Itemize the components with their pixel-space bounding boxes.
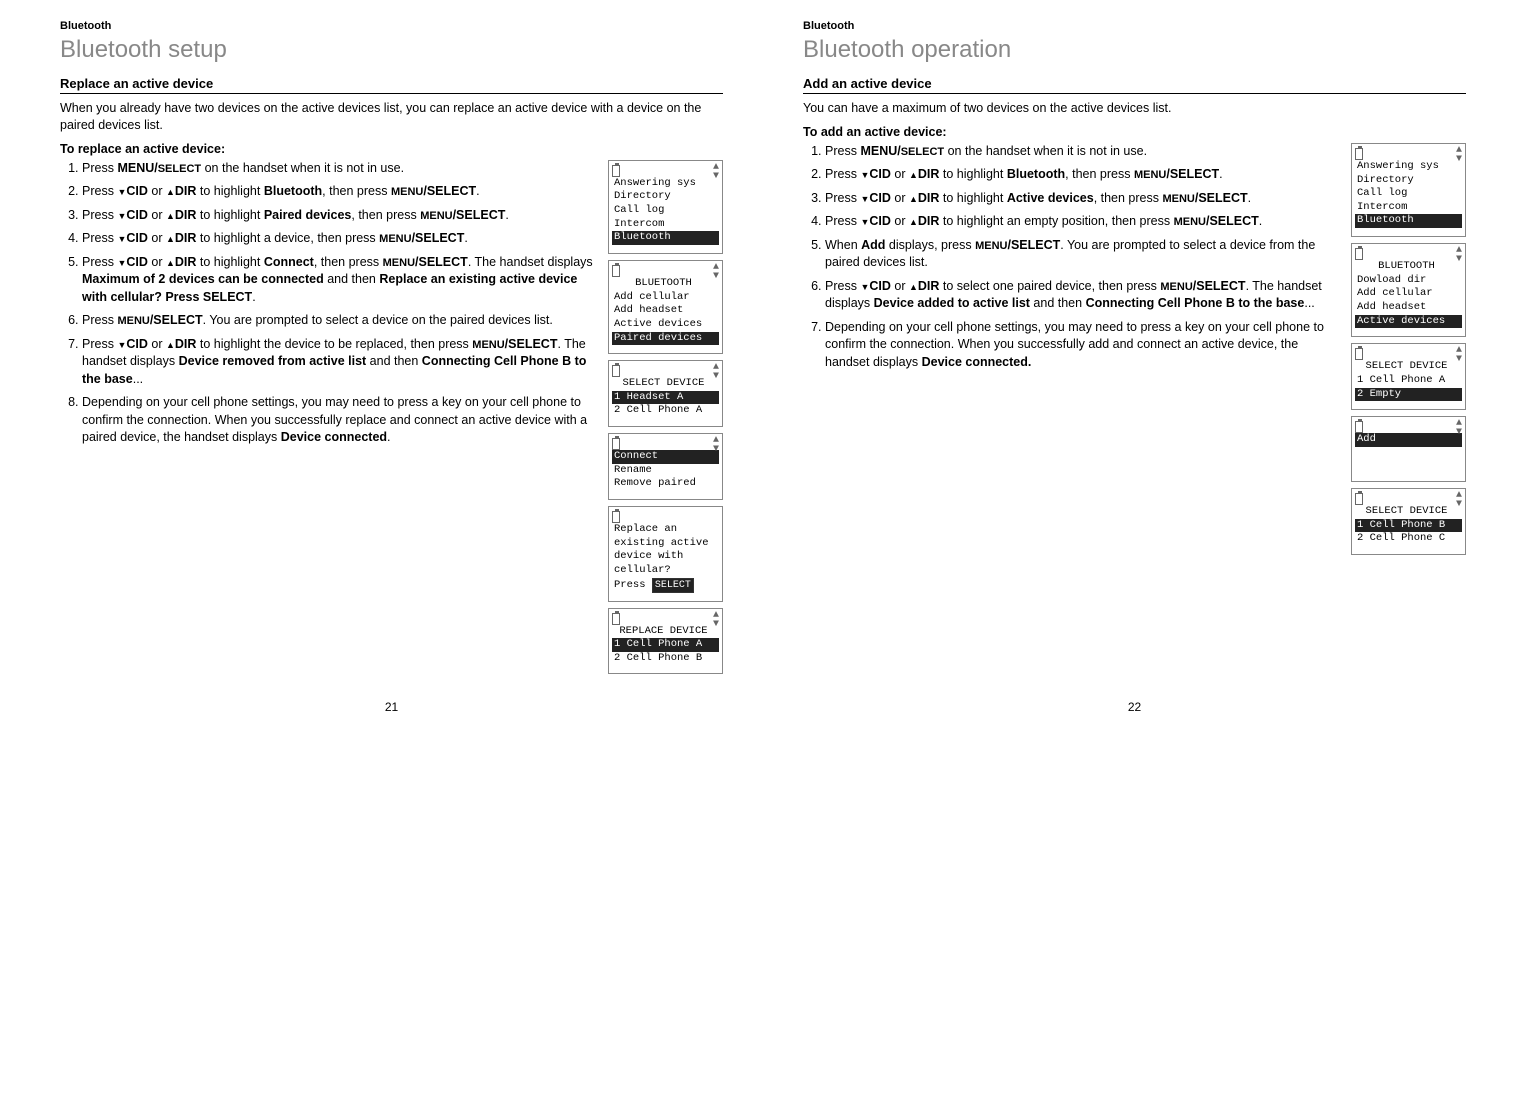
lcd-screen: ▲▼ BLUETOOTH Add cellular Add headset Ac… <box>608 260 723 354</box>
page-title: Bluetooth setup <box>60 36 723 64</box>
battery-icon <box>1355 248 1363 260</box>
page-number: 22 <box>1128 700 1141 714</box>
step-1: Press MENU/SELECT on the handset when it… <box>82 160 596 178</box>
lcd-screen: ▲▼ Add <box>1351 416 1466 482</box>
lcd-screen: ▲▼ Connect Rename Remove paired <box>608 433 723 500</box>
step-3: Press CID or DIR to highlight Paired dev… <box>82 207 596 225</box>
lcd-screen: ▲▼ Answering sys Directory Call log Inte… <box>1351 143 1466 237</box>
lcd-screen: ▲▼ SELECT DEVICE 1 Cell Phone B 2 Cell P… <box>1351 488 1466 555</box>
updown-icon: ▲▼ <box>713 611 719 629</box>
steps-list: Press MENU/SELECT on the handset when it… <box>803 143 1339 372</box>
step-7: Depending on your cell phone settings, y… <box>825 319 1339 372</box>
lcd-screen: ▲▼ REPLACE DEVICE 1 Cell Phone A 2 Cell … <box>608 608 723 675</box>
steps-list: Press MENU/SELECT on the handset when it… <box>60 160 596 447</box>
battery-icon <box>1355 348 1363 360</box>
right-page: Bluetooth Bluetooth operation Add an act… <box>803 20 1466 674</box>
lcd-screen: ▲▼ SELECT DEVICE 1 Headset A 2 Cell Phon… <box>608 360 723 427</box>
step-6: Press MENU/SELECT. You are prompted to s… <box>82 312 596 330</box>
lcd-screen: ▲▼ BLUETOOTH Dowload dir Add cellular Ad… <box>1351 243 1466 337</box>
lcd-screen: ▲▼ Answering sys Directory Call log Inte… <box>608 160 723 254</box>
step-2: Press CID or DIR to highlight Bluetooth,… <box>825 166 1339 184</box>
battery-icon <box>612 613 620 625</box>
step-7: Press CID or DIR to highlight the device… <box>82 336 596 389</box>
step-1: Press MENU/SELECT on the handset when it… <box>825 143 1339 161</box>
lcd-screen: ▲▼ SELECT DEVICE 1 Cell Phone A 2 Empty <box>1351 343 1466 410</box>
step-5: Press CID or DIR to highlight Connect, t… <box>82 254 596 307</box>
step-8: Depending on your cell phone settings, y… <box>82 394 596 447</box>
battery-icon <box>612 265 620 277</box>
updown-icon: ▲▼ <box>713 436 719 454</box>
page-title: Bluetooth operation <box>803 36 1466 64</box>
header-small: Bluetooth <box>60 20 723 32</box>
updown-icon: ▲▼ <box>1456 346 1462 364</box>
updown-icon: ▲▼ <box>713 263 719 281</box>
battery-icon <box>612 438 620 450</box>
battery-icon <box>1355 148 1363 160</box>
screen-column: ▲▼ Answering sys Directory Call log Inte… <box>1351 143 1466 555</box>
header-small: Bluetooth <box>803 20 1466 32</box>
battery-icon <box>612 165 620 177</box>
subheading: Add an active device <box>803 76 1466 94</box>
updown-icon: ▲▼ <box>1456 146 1462 164</box>
battery-icon <box>1355 493 1363 505</box>
battery-icon <box>612 365 620 377</box>
battery-icon <box>1355 421 1363 433</box>
step-2: Press CID or DIR to highlight Bluetooth,… <box>82 183 596 201</box>
updown-icon: ▲▼ <box>713 163 719 181</box>
intro-text: When you already have two devices on the… <box>60 100 723 134</box>
procedure-heading: To add an active device: <box>803 125 1466 139</box>
intro-text: You can have a maximum of two devices on… <box>803 100 1466 117</box>
step-4: Press CID or DIR to highlight an empty p… <box>825 213 1339 231</box>
step-3: Press CID or DIR to highlight Active dev… <box>825 190 1339 208</box>
step-4: Press CID or DIR to highlight a device, … <box>82 230 596 248</box>
updown-icon: ▲▼ <box>713 363 719 381</box>
procedure-heading: To replace an active device: <box>60 142 723 156</box>
updown-icon: ▲▼ <box>1456 491 1462 509</box>
step-5: When Add displays, press MENU/SELECT. Yo… <box>825 237 1339 272</box>
lcd-screen: Replace an existing active device with c… <box>608 506 723 602</box>
screen-column: ▲▼ Answering sys Directory Call log Inte… <box>608 160 723 675</box>
battery-icon <box>612 511 620 523</box>
left-page: Bluetooth Bluetooth setup Replace an act… <box>60 20 723 674</box>
updown-icon: ▲▼ <box>1456 419 1462 437</box>
step-6: Press CID or DIR to select one paired de… <box>825 278 1339 313</box>
subheading: Replace an active device <box>60 76 723 94</box>
updown-icon: ▲▼ <box>1456 246 1462 264</box>
page-number: 21 <box>385 700 398 714</box>
